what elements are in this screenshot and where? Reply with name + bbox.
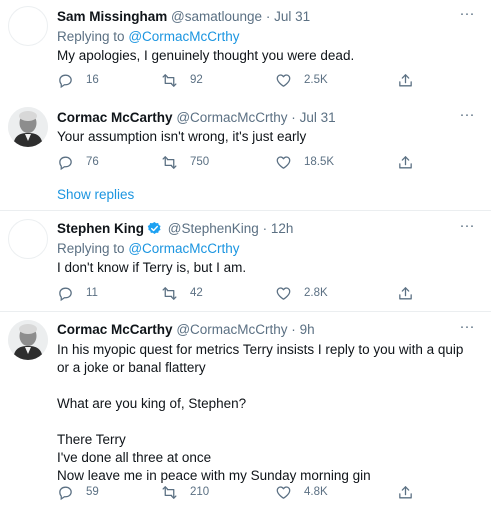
more-horizontal-icon[interactable]: ···	[457, 319, 477, 340]
author-handle[interactable]: @CormacMcCrthy	[176, 322, 287, 337]
reply-button[interactable]: 16	[57, 71, 99, 89]
tweet-actions: 76 750 18.5K	[57, 153, 417, 171]
share-icon	[399, 155, 412, 168]
tweet-sam-missingham[interactable]: Sam Missingham @samatlounge · Jul 31 ···…	[0, 0, 491, 100]
reply-count: 16	[86, 74, 99, 86]
tweet-cormac-mccarthy-2[interactable]: Cormac McCarthy @CormacMcCrthy · 9h ··· …	[0, 312, 491, 513]
like-count: 2.5K	[304, 74, 328, 86]
share-button[interactable]	[397, 483, 426, 501]
avatar[interactable]	[8, 320, 48, 360]
tweet-stephen-king[interactable]: Stephen King @StephenKing · 12h ··· Repl…	[0, 211, 491, 311]
more-horizontal-icon[interactable]: ···	[457, 6, 477, 27]
tweet-header: Stephen King @StephenKing · 12h ···	[57, 218, 477, 239]
tweet-header: Sam Missingham @samatlounge · Jul 31 ···	[57, 6, 477, 27]
like-button[interactable]: 4.8K	[275, 483, 328, 501]
avatar-portrait	[8, 107, 48, 147]
reply-count: 76	[86, 156, 99, 168]
avatar[interactable]	[8, 107, 48, 147]
tweet-header: Cormac McCarthy @CormacMcCrthy · Jul 31 …	[57, 107, 477, 128]
author-handle[interactable]: @StephenKing	[168, 221, 259, 236]
retweet-icon	[162, 155, 177, 169]
tweet-actions: 11 42 2.8K	[57, 284, 417, 302]
avatar-portrait	[8, 320, 48, 360]
heart-icon	[276, 286, 291, 300]
author-name[interactable]: Stephen King	[57, 221, 144, 236]
separator-dot: ·	[291, 322, 296, 337]
avatar[interactable]	[8, 6, 48, 46]
reply-button[interactable]: 59	[57, 483, 99, 501]
share-button[interactable]	[397, 71, 426, 89]
like-count: 18.5K	[304, 156, 335, 168]
reply-button[interactable]: 11	[57, 284, 98, 302]
replying-prefix: Replying to	[57, 241, 125, 256]
share-button[interactable]	[397, 284, 426, 302]
more-horizontal-icon[interactable]: ···	[457, 218, 477, 239]
share-button[interactable]	[397, 153, 426, 171]
reply-button[interactable]: 76	[57, 153, 99, 171]
tweet-text: I don't know if Terry is, but I am.	[57, 260, 247, 275]
reply-icon	[59, 486, 72, 500]
tweet-header: Cormac McCarthy @CormacMcCrthy · 9h ···	[57, 319, 477, 340]
replying-to: Replying to @CormacMcCrthy	[57, 239, 477, 258]
like-button[interactable]: 2.8K	[275, 284, 328, 302]
retweet-count: 92	[190, 74, 203, 86]
replying-prefix: Replying to	[57, 29, 125, 44]
retweet-button[interactable]: 210	[161, 483, 209, 501]
share-icon	[399, 485, 412, 498]
verified-badge-icon	[147, 221, 161, 234]
retweet-icon	[162, 485, 177, 499]
tweet-actions: 59 210 4.8K	[57, 483, 417, 501]
retweet-count: 750	[190, 156, 210, 168]
tweet-text: In his myopic quest for metrics Terry in…	[57, 342, 464, 483]
author-name[interactable]: Cormac McCarthy	[57, 322, 173, 337]
replying-to-link[interactable]: @CormacMcCrthy	[128, 29, 239, 44]
like-count: 4.8K	[304, 486, 328, 498]
tweet-text: Your assumption isn't wrong, it's just e…	[57, 129, 307, 144]
author-name[interactable]: Cormac McCarthy	[57, 110, 173, 125]
separator-dot: ·	[262, 221, 268, 236]
retweet-icon	[162, 286, 177, 300]
retweet-count: 42	[190, 287, 203, 299]
retweet-button[interactable]: 92	[161, 71, 203, 89]
tweet-actions: 16 92 2.5K	[57, 71, 417, 89]
separator-dot: ·	[265, 9, 271, 24]
reply-icon	[59, 287, 72, 301]
author-handle[interactable]: @CormacMcCrthy	[176, 110, 287, 125]
tweet-time[interactable]: 12h	[271, 221, 294, 236]
share-icon	[399, 286, 412, 299]
like-button[interactable]: 18.5K	[275, 153, 334, 171]
show-replies-link[interactable]: Show replies	[57, 186, 134, 204]
tweet-text: My apologies, I genuinely thought you we…	[57, 48, 355, 63]
retweet-button[interactable]: 42	[161, 284, 203, 302]
retweet-icon	[162, 73, 177, 87]
like-button[interactable]: 2.5K	[275, 71, 328, 89]
heart-icon	[276, 73, 291, 87]
retweet-count: 210	[190, 486, 210, 498]
reply-icon	[59, 156, 72, 170]
reply-count: 59	[86, 486, 99, 498]
tweet-cormac-mccarthy-1[interactable]: Cormac McCarthy @CormacMcCrthy · Jul 31 …	[0, 101, 491, 181]
tweet-time[interactable]: Jul 31	[300, 110, 336, 125]
author-handle[interactable]: @samatlounge	[171, 9, 262, 24]
separator-dot: ·	[291, 110, 296, 125]
reply-count: 11	[86, 287, 98, 299]
tweet-time[interactable]: 9h	[300, 322, 315, 337]
heart-icon	[276, 155, 291, 169]
tweet-time[interactable]: Jul 31	[274, 9, 310, 24]
heart-icon	[276, 485, 291, 499]
replying-to: Replying to @CormacMcCrthy	[57, 27, 477, 46]
share-icon	[399, 73, 412, 86]
author-name[interactable]: Sam Missingham	[57, 9, 167, 24]
retweet-button[interactable]: 750	[161, 153, 209, 171]
like-count: 2.8K	[304, 287, 328, 299]
reply-icon	[59, 74, 72, 88]
more-horizontal-icon[interactable]: ···	[457, 107, 477, 128]
avatar[interactable]	[8, 219, 48, 259]
replying-to-link[interactable]: @CormacMcCrthy	[128, 241, 239, 256]
